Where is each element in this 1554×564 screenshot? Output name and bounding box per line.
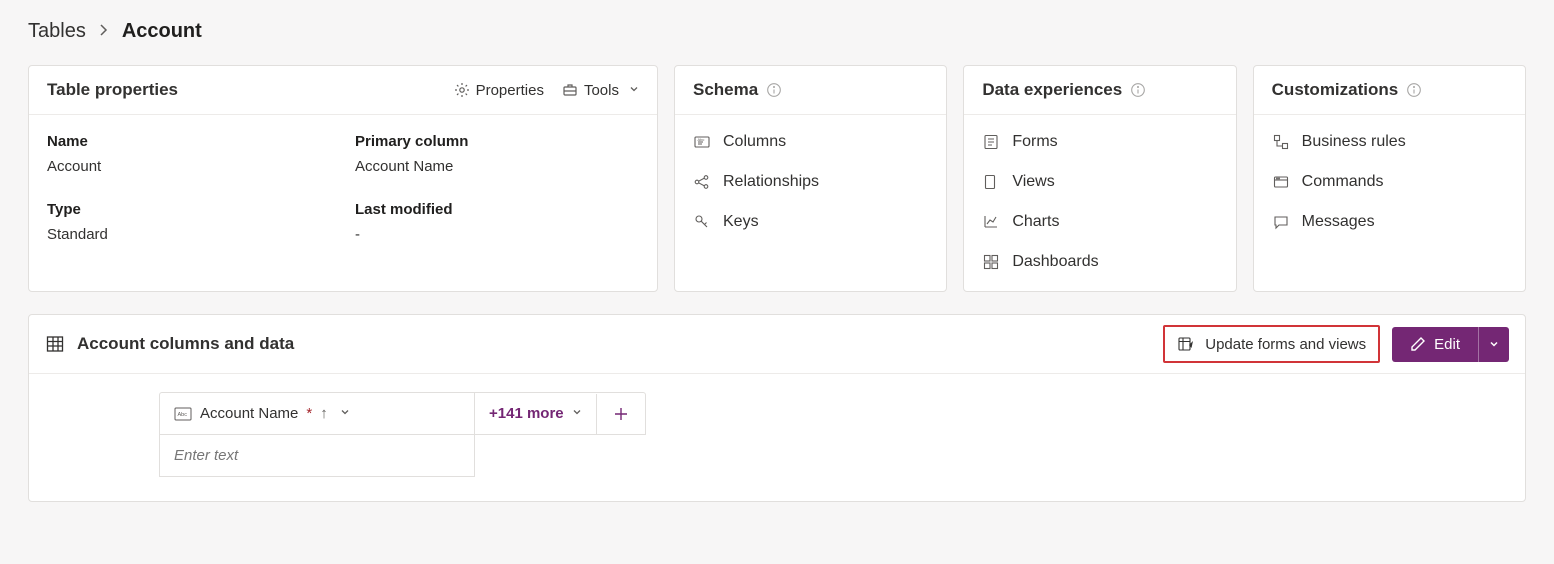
- type-value: Standard: [47, 226, 331, 243]
- update-forms-views-button[interactable]: Update forms and views: [1163, 325, 1380, 363]
- relationships-icon: [693, 173, 711, 191]
- column-header-account-name[interactable]: Abc Account Name* ↑: [159, 392, 475, 435]
- schema-title: Schema: [693, 80, 758, 100]
- commands-icon: [1272, 173, 1290, 191]
- columns-data-panel: Account columns and data Update forms an…: [28, 314, 1526, 502]
- form-icon: [982, 133, 1000, 151]
- flow-icon: [1272, 133, 1290, 151]
- plus-icon: [613, 406, 629, 422]
- customizations-card: Customizations Business rules Commands M…: [1253, 65, 1526, 292]
- svg-text:Abc: Abc: [698, 137, 705, 142]
- columns-data-title: Account columns and data: [77, 334, 294, 354]
- relationships-link[interactable]: Relationships: [693, 173, 928, 191]
- primary-column-value: Account Name: [355, 158, 639, 175]
- chevron-down-icon: [572, 407, 582, 420]
- tools-button[interactable]: Tools: [562, 82, 639, 99]
- text-field-icon: Abc: [174, 407, 192, 421]
- forms-link[interactable]: Forms: [982, 133, 1217, 151]
- name-value: Account: [47, 158, 331, 175]
- message-icon: [1272, 213, 1290, 231]
- chevron-down-icon: [1489, 339, 1499, 349]
- sort-asc-icon: ↑: [320, 405, 328, 422]
- table-icon: [45, 334, 65, 354]
- key-icon: [693, 213, 711, 231]
- chevron-down-icon: [340, 407, 350, 420]
- info-icon: [1406, 82, 1422, 98]
- customizations-title: Customizations: [1272, 80, 1399, 100]
- svg-text:Abc: Abc: [178, 412, 188, 418]
- pencil-icon: [1410, 336, 1426, 352]
- type-label: Type: [47, 201, 331, 218]
- chevron-right-icon: [96, 22, 112, 41]
- edit-button[interactable]: Edit: [1392, 327, 1509, 362]
- properties-button[interactable]: Properties: [454, 82, 544, 99]
- chart-icon: [982, 213, 1000, 231]
- toolbox-icon: [562, 82, 578, 98]
- columns-link[interactable]: Abc Columns: [693, 133, 928, 151]
- table-properties-title: Table properties: [47, 80, 178, 100]
- last-modified-label: Last modified: [355, 201, 639, 218]
- primary-column-label: Primary column: [355, 133, 639, 150]
- name-label: Name: [47, 133, 331, 150]
- required-marker: *: [306, 405, 312, 422]
- data-experiences-title: Data experiences: [982, 80, 1122, 100]
- data-experiences-card: Data experiences Forms Views Charts Dash…: [963, 65, 1236, 292]
- messages-link[interactable]: Messages: [1272, 213, 1507, 231]
- info-icon: [1130, 82, 1146, 98]
- text-column-icon: Abc: [693, 133, 711, 151]
- view-icon: [982, 173, 1000, 191]
- dashboards-link[interactable]: Dashboards: [982, 253, 1217, 271]
- dashboard-icon: [982, 253, 1000, 271]
- info-icon: [766, 82, 782, 98]
- gear-icon: [454, 82, 470, 98]
- breadcrumb: Tables Account: [28, 20, 1526, 43]
- table-properties-card: Table properties Properties Tools Name P…: [28, 65, 658, 292]
- last-modified-value: -: [355, 226, 639, 243]
- breadcrumb-current: Account: [122, 20, 202, 43]
- breadcrumb-parent[interactable]: Tables: [28, 20, 86, 43]
- update-icon: [1177, 335, 1195, 353]
- edit-dropdown[interactable]: [1478, 327, 1509, 362]
- views-link[interactable]: Views: [982, 173, 1217, 191]
- schema-card: Schema Abc Columns Relationships Keys: [674, 65, 947, 292]
- commands-link[interactable]: Commands: [1272, 173, 1507, 191]
- account-name-input[interactable]: Enter text: [159, 435, 475, 477]
- business-rules-link[interactable]: Business rules: [1272, 133, 1507, 151]
- keys-link[interactable]: Keys: [693, 213, 928, 231]
- add-column-button[interactable]: [596, 394, 645, 434]
- charts-link[interactable]: Charts: [982, 213, 1217, 231]
- chevron-down-icon: [629, 84, 639, 97]
- more-columns-button[interactable]: +141 more: [475, 393, 596, 434]
